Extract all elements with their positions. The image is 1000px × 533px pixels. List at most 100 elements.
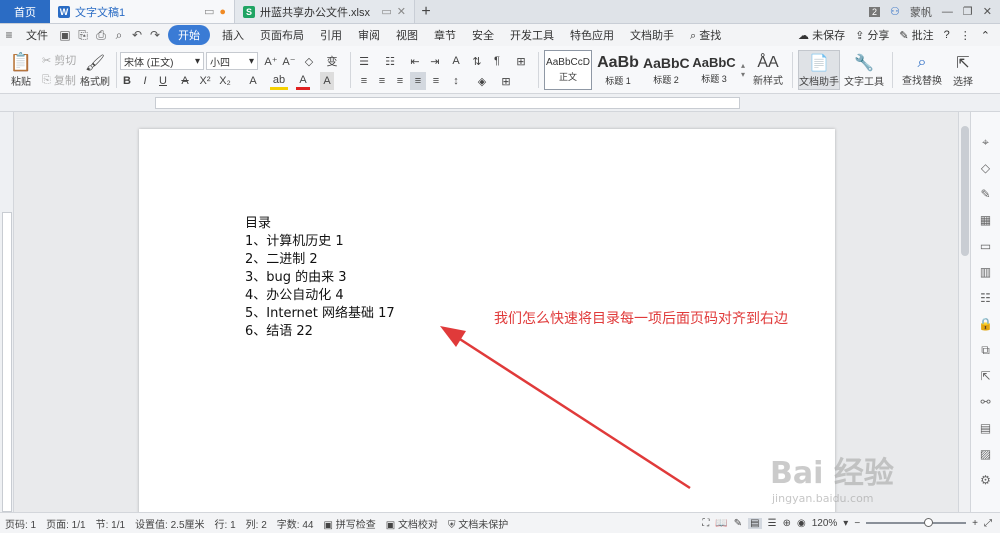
char-shading-icon[interactable]: A (320, 72, 334, 90)
eye-protect-icon[interactable]: ◉ (797, 518, 806, 529)
decrease-indent-icon[interactable]: ⇤ (408, 52, 422, 70)
chinese-layout-icon[interactable]: A (448, 52, 464, 70)
table-of-contents[interactable]: 目录 1、计算机历史 1 2、二进制 2 3、bug 的由来 3 4、办公自动化… (245, 215, 395, 341)
print-icon[interactable]: ⎙ (92, 26, 110, 44)
toc-item[interactable]: 4、办公自动化 4 (245, 287, 395, 305)
cut-button[interactable]: ✂ 剪切 (42, 52, 76, 68)
bullet-list-icon[interactable]: ☰ (356, 52, 372, 70)
user-avatar-icon[interactable]: ⚇ (890, 5, 900, 18)
menu-page-layout[interactable]: 页面布局 (252, 27, 312, 43)
menu-search[interactable]: ⌕ 查找 (682, 27, 729, 43)
window-count-badge[interactable]: 2 (869, 6, 881, 17)
menu-doc-assistant[interactable]: 文档助手 (622, 27, 682, 43)
menu-file[interactable]: 文件 (18, 27, 56, 43)
image-icon[interactable]: ▭ (978, 238, 994, 254)
restore-icon[interactable]: ❐ (963, 5, 973, 18)
tab-home[interactable]: 首页 (0, 0, 50, 23)
hamburger-icon[interactable]: ≡ (0, 26, 18, 44)
increase-indent-icon[interactable]: ⇥ (428, 52, 442, 70)
text-tools-button[interactable]: 🔧 文字工具 (844, 50, 884, 90)
justify-icon[interactable]: ≡ (410, 72, 426, 90)
grow-font-icon[interactable]: A⁺ (264, 52, 278, 70)
collapse-ribbon-icon[interactable]: ⌃ (981, 29, 990, 42)
sort-icon[interactable]: ⇅ (470, 52, 484, 70)
paragraph-mark-icon[interactable]: ¶ (490, 52, 504, 70)
table-border-icon[interactable]: ⊞ (512, 52, 530, 70)
chart-icon[interactable]: ▥ (978, 264, 994, 280)
font-name-select[interactable]: 宋体 (正文) ▾ (120, 52, 204, 70)
find-replace-button[interactable]: ⌕ 查找替换 (900, 50, 944, 90)
read-mode-icon[interactable]: 📖 (715, 518, 727, 529)
align-center-icon[interactable]: ≡ (374, 72, 390, 90)
numbered-list-icon[interactable]: ☷ (382, 52, 398, 70)
menu-security[interactable]: 安全 (464, 27, 502, 43)
comment-button[interactable]: ✎ 批注 (899, 27, 933, 43)
monitor-icon[interactable]: ▭ (381, 5, 391, 18)
style-heading-2[interactable]: AaBbC 标题 2 (642, 50, 690, 90)
menu-special[interactable]: 特色应用 (562, 27, 622, 43)
archive-icon[interactable]: ▤ (978, 420, 994, 436)
new-tab-button[interactable]: + (415, 0, 437, 23)
format-painter-button[interactable]: 🖌 格式刷 (80, 50, 110, 90)
status-col[interactable]: 列: 2 (241, 516, 272, 531)
toc-item[interactable]: 6、结语 22 (245, 323, 395, 341)
align-right-icon[interactable]: ≡ (392, 72, 408, 90)
new-style-button[interactable]: ÅA 新样式 (750, 50, 786, 90)
edit-icon[interactable]: ✎ (978, 186, 994, 202)
toc-item[interactable]: 5、Internet 网络基础 17 (245, 305, 395, 323)
status-word-count[interactable]: 字数: 44 (272, 516, 319, 531)
zoom-dropdown-icon[interactable]: ▾ (843, 518, 848, 529)
undo-icon[interactable]: ↶ (128, 26, 146, 44)
fit-page-icon[interactable]: ⤢ (984, 518, 992, 529)
help-icon[interactable]: ? (944, 29, 950, 41)
zoom-slider[interactable] (866, 518, 967, 527)
styles-scroll[interactable]: ▴ ▾ (738, 52, 748, 88)
preview-icon[interactable]: ⌕ (110, 26, 128, 44)
zoom-level[interactable]: 120% (812, 518, 838, 529)
copy-doc-icon[interactable]: ⧉ (978, 342, 994, 358)
bold-icon[interactable]: B (120, 72, 134, 90)
outline-view-icon[interactable]: ☰ (768, 518, 777, 529)
style-normal[interactable]: AaBbCcD 正文 (544, 50, 592, 90)
scrollbar-thumb[interactable] (961, 126, 969, 256)
redo-icon[interactable]: ↷ (146, 26, 164, 44)
tab-document-1[interactable]: W 文字文稿1 ▭ ● (50, 0, 235, 23)
distribute-icon[interactable]: ≡ (428, 72, 444, 90)
line-spacing-icon[interactable]: ↕ (448, 72, 464, 90)
subscript-icon[interactable]: X₂ (216, 72, 234, 90)
protect-button[interactable]: ⛨ 文档未保护 (443, 516, 513, 531)
export-icon[interactable]: ⎘ (74, 26, 92, 44)
menu-references[interactable]: 引用 (312, 27, 350, 43)
status-page-number[interactable]: 页码: 1 (0, 516, 41, 531)
italic-icon[interactable]: I (138, 72, 152, 90)
doc-assistant-button[interactable]: 📄 文档助手 (798, 50, 840, 90)
menu-home[interactable]: 开始 (168, 25, 210, 45)
write-mode-icon[interactable]: ✎ (734, 518, 742, 529)
status-row[interactable]: 行: 1 (210, 516, 241, 531)
superscript-icon[interactable]: X² (196, 72, 214, 90)
tab-spreadsheet[interactable]: S 卅蓝共享办公文件.xlsx ▭ ✕ (235, 0, 415, 23)
menu-chapter[interactable]: 章节 (426, 27, 464, 43)
settings-icon[interactable]: ☷ (978, 290, 994, 306)
page-view-icon[interactable]: ▤ (748, 517, 762, 529)
zoom-out-icon[interactable]: − (854, 518, 860, 529)
proofread-button[interactable]: ▣ 文档校对 (381, 516, 443, 531)
status-setting[interactable]: 设置值: 2.5厘米 (130, 516, 209, 531)
horizontal-ruler[interactable] (0, 94, 1000, 112)
more-icon[interactable]: ⋮ (960, 29, 971, 42)
toc-item[interactable]: 2、二进制 2 (245, 251, 395, 269)
picture-icon[interactable]: ▨ (978, 446, 994, 462)
shapes-icon[interactable]: ◇ (978, 160, 994, 176)
zoom-slider-knob[interactable] (924, 518, 934, 527)
border-icon[interactable]: ⊞ (498, 72, 514, 90)
highlight-icon[interactable]: ab (270, 72, 288, 90)
vertical-ruler[interactable] (0, 112, 14, 512)
close-icon[interactable]: ✕ (397, 5, 406, 18)
clear-format-icon[interactable]: ◇ (302, 52, 316, 70)
status-pages[interactable]: 页面: 1/1 (41, 516, 90, 531)
toc-title[interactable]: 目录 (245, 215, 395, 233)
shrink-font-icon[interactable]: A⁻ (282, 52, 296, 70)
fullscreen-icon[interactable]: ⛶ (702, 518, 709, 529)
zoom-in-icon[interactable]: + (972, 518, 978, 529)
minimize-icon[interactable]: — (942, 6, 953, 18)
